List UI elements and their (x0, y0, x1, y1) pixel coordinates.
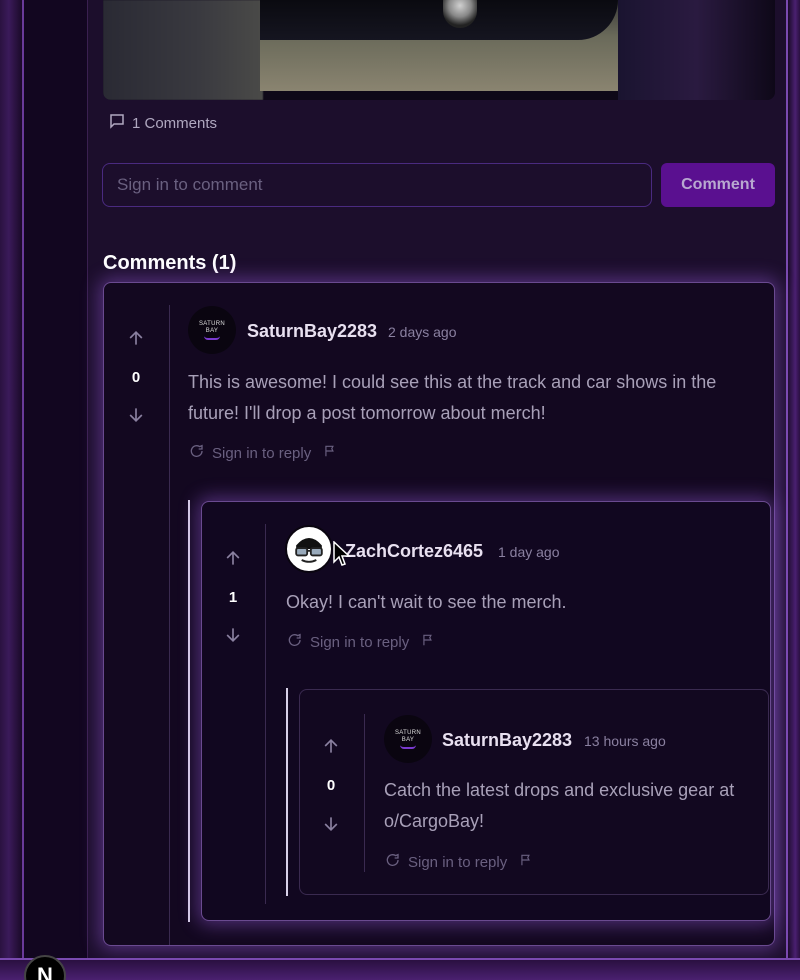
comment-actions: Sign in to reply (384, 852, 533, 872)
comments-count[interactable]: 1 Comments (108, 112, 217, 134)
glasses-face-icon (295, 538, 323, 563)
window-frame-bottom (0, 958, 800, 980)
reply-icon[interactable] (384, 852, 400, 872)
upvote-icon[interactable] (223, 548, 243, 568)
vote-count: 0 (326, 777, 336, 794)
comment-text: Catch the latest drops and exclusive gea… (384, 780, 735, 831)
left-sidebar (24, 0, 88, 980)
upvote-icon[interactable] (126, 328, 146, 348)
comment-button[interactable]: Comment (661, 163, 775, 207)
comment-input[interactable] (102, 163, 652, 207)
reply-card: 0 SATURN BAY SaturnBay2283 13 hours ago C… (299, 689, 769, 895)
thread-line (286, 688, 288, 896)
comment-username[interactable]: SaturnBay2283 (247, 321, 377, 342)
reply-icon[interactable] (188, 443, 204, 463)
vote-count: 0 (131, 369, 141, 386)
sign-in-to-reply-link[interactable]: Sign in to reply (408, 854, 507, 871)
vote-count: 1 (228, 589, 238, 606)
window-frame-left (0, 0, 24, 980)
comment-actions: Sign in to reply (286, 632, 435, 652)
comment-text: This is awesome! I could see this at the… (188, 372, 717, 423)
comment-timestamp: 13 hours ago (584, 733, 666, 749)
comment-text: Okay! I can't wait to see the merch. (286, 592, 567, 612)
upvote-icon[interactable] (321, 736, 341, 756)
avatar[interactable]: SATURN BAY (188, 306, 236, 354)
avatar[interactable] (285, 525, 333, 573)
avatar[interactable]: SATURN BAY (384, 715, 432, 763)
reply-icon[interactable] (286, 632, 302, 652)
thread-line (188, 500, 190, 922)
flag-icon[interactable] (519, 853, 533, 871)
comment-username[interactable]: SaturnBay2283 (442, 730, 572, 751)
downvote-icon[interactable] (321, 814, 341, 834)
saturn-bay-logo: SATURN BAY (199, 321, 225, 340)
flag-icon[interactable] (323, 444, 337, 462)
comment-bubble-icon (108, 112, 126, 134)
comments-heading: Comments (1) (103, 252, 237, 274)
post-image (103, 0, 775, 100)
comments-count-label: 1 Comments (132, 114, 218, 132)
comment-actions: Sign in to reply (188, 443, 337, 463)
flag-icon[interactable] (421, 633, 435, 651)
sign-in-to-reply-link[interactable]: Sign in to reply (212, 445, 311, 462)
car-body (260, 0, 618, 40)
downvote-icon[interactable] (223, 625, 243, 645)
comment-username[interactable]: ZachCortez6465 (345, 541, 483, 562)
comment-timestamp: 1 day ago (498, 544, 560, 560)
downvote-icon[interactable] (126, 405, 146, 425)
window-frame-right (786, 0, 800, 980)
post-detail-main: 1 Comments Comment Comments (1) 0 SATURN… (88, 0, 786, 960)
comment-timestamp: 2 days ago (388, 324, 457, 340)
saturn-bay-logo: SATURN BAY (395, 730, 421, 749)
sign-in-to-reply-link[interactable]: Sign in to reply (310, 634, 409, 651)
mouse-cursor-icon (333, 541, 351, 566)
